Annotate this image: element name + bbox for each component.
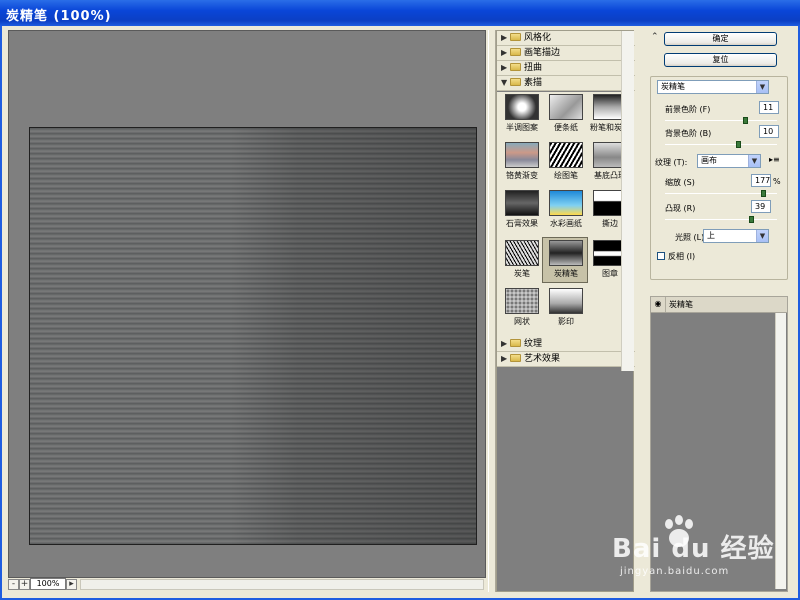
zoom-in-button[interactable]: + xyxy=(19,579,30,590)
foreground-slider-thumb[interactable] xyxy=(742,117,748,124)
thumbnail-image xyxy=(505,142,539,168)
eye-icon[interactable]: ◉ xyxy=(653,299,663,309)
sketch-thumbnails: 半调图案 便条纸 粉笔和炭笔 铬黄渐变 绘图笔 基底凸现 石膏效果 水彩画纸 撕… xyxy=(497,92,635,337)
folder-icon xyxy=(510,354,521,362)
scaling-slider-thumb[interactable] xyxy=(760,190,766,197)
preview-image[interactable] xyxy=(29,127,477,545)
splitter[interactable] xyxy=(488,30,496,592)
zoom-out-button[interactable]: - xyxy=(8,579,19,590)
layers-scrollbar[interactable] xyxy=(775,313,786,589)
collapsed-arrow-icon: ▶ xyxy=(501,339,508,348)
folder-open-icon xyxy=(510,78,521,86)
relief-slider-thumb[interactable] xyxy=(749,216,755,223)
zoom-level-field[interactable]: 100% xyxy=(30,578,66,590)
relief-field[interactable]: 39 xyxy=(751,200,771,213)
collapsed-arrow-icon: ▶ xyxy=(501,33,508,42)
filter-list-scrollbar[interactable] xyxy=(621,31,634,371)
category-distort[interactable]: ▶ 扭曲 xyxy=(497,61,635,76)
window-title-bar: 炭精笔 (100%) xyxy=(0,0,800,26)
settings-panel: ⌃ 确定 复位 炭精笔 ▼ 前景色阶 (F) 11 背景色阶 (B) 10 纹理… xyxy=(642,30,792,592)
background-level-slider[interactable] xyxy=(665,144,777,145)
filter-list-panel: ▶ 风格化 ▶ 画笔描边 ▶ 扭曲 ▼ 素描 半调图案 便条纸 粉笔和炭笔 铬黄渐变 绘… xyxy=(496,30,635,592)
thumbnail-image xyxy=(505,240,539,266)
background-level-label: 背景色阶 (B) xyxy=(665,129,712,138)
collapsed-arrow-icon: ▶ xyxy=(501,354,508,363)
watermark-brand: Bai du 经验 xyxy=(612,534,775,564)
category-label: 素描 xyxy=(524,78,543,88)
category-label: 画笔描边 xyxy=(524,48,561,58)
collapsed-arrow-icon: ▶ xyxy=(501,63,508,72)
thumbnail-image xyxy=(549,94,583,120)
effect-layer-row[interactable]: ◉ 炭精笔 xyxy=(651,297,787,313)
scaling-field[interactable]: 177 xyxy=(751,174,771,187)
filter-conte-crayon[interactable]: 炭精笔 xyxy=(542,237,588,283)
folder-icon xyxy=(510,33,521,41)
category-sketch[interactable]: ▼ 素描 xyxy=(497,76,635,91)
thumbnail-image xyxy=(505,190,539,216)
chevron-down-icon: ▼ xyxy=(756,230,768,242)
folder-icon xyxy=(510,339,521,347)
scaling-label: 缩放 (S) xyxy=(665,178,695,187)
filter-settings-group: 炭精笔 ▼ 前景色阶 (F) 11 背景色阶 (B) 10 纹理 (T): 画布… xyxy=(650,76,788,280)
effect-layer-name: 炭精笔 xyxy=(665,297,693,312)
thumbnail-image xyxy=(505,94,539,120)
zoom-dropdown-icon[interactable]: ▸ xyxy=(66,579,77,590)
collapse-chevron-icon[interactable]: ⌃ xyxy=(651,32,659,42)
thumbnail-image xyxy=(549,240,583,266)
zoom-bar: - + 100% ▸ xyxy=(8,578,486,592)
preview-horizontal-scrollbar[interactable] xyxy=(80,579,484,590)
thumbnail-image xyxy=(505,288,539,314)
invert-label: 反相 (I) xyxy=(668,252,696,261)
thumbnail-image xyxy=(549,190,583,216)
window-title: 炭精笔 (100%) xyxy=(6,9,112,24)
light-direction-select[interactable]: 上 ▼ xyxy=(703,229,769,243)
collapsed-arrow-icon: ▶ xyxy=(501,48,508,57)
texture-menu-icon[interactable]: ▸≡ xyxy=(769,155,780,164)
folder-icon xyxy=(510,63,521,71)
expanded-arrow-icon: ▼ xyxy=(501,78,508,87)
preview-pane[interactable] xyxy=(8,30,486,578)
category-artistic[interactable]: ▶ 艺术效果 xyxy=(497,352,635,367)
category-stylize[interactable]: ▶ 风格化 xyxy=(497,31,635,46)
filter-label: 影印 xyxy=(558,317,574,326)
scaling-unit: % xyxy=(773,177,781,186)
category-label: 扭曲 xyxy=(524,63,543,73)
filter-type-select[interactable]: 炭精笔 ▼ xyxy=(657,80,769,94)
filter-photocopy[interactable]: 影印 xyxy=(543,286,589,332)
light-direction-value: 上 xyxy=(707,231,715,240)
relief-slider[interactable] xyxy=(665,219,777,220)
watermark-url: jingyan.baidu.com xyxy=(620,566,730,577)
texture-select[interactable]: 画布 ▼ xyxy=(697,154,761,168)
category-label: 纹理 xyxy=(524,339,543,349)
category-brush-strokes[interactable]: ▶ 画笔描边 xyxy=(497,46,635,61)
foreground-level-label: 前景色阶 (F) xyxy=(665,105,711,114)
thumbnail-image xyxy=(549,142,583,168)
background-level-field[interactable]: 10 xyxy=(759,125,779,138)
reset-button[interactable]: 复位 xyxy=(664,53,777,67)
foreground-level-slider[interactable] xyxy=(665,120,777,121)
chevron-down-icon: ▼ xyxy=(756,81,768,93)
relief-label: 凸现 (R) xyxy=(665,204,696,213)
texture-label: 纹理 (T): xyxy=(655,158,688,167)
thumbnail-image xyxy=(549,288,583,314)
category-label: 风格化 xyxy=(524,33,552,43)
filter-type-value: 炭精笔 xyxy=(661,82,685,91)
texture-value: 画布 xyxy=(701,156,717,165)
foreground-level-field[interactable]: 11 xyxy=(759,101,779,114)
invert-checkbox[interactable] xyxy=(657,252,665,260)
chevron-down-icon: ▼ xyxy=(748,155,760,167)
category-texture[interactable]: ▶ 纹理 xyxy=(497,337,635,352)
ok-button[interactable]: 确定 xyxy=(664,32,777,46)
background-slider-thumb[interactable] xyxy=(735,141,741,148)
category-label: 艺术效果 xyxy=(524,354,561,364)
folder-icon xyxy=(510,48,521,56)
